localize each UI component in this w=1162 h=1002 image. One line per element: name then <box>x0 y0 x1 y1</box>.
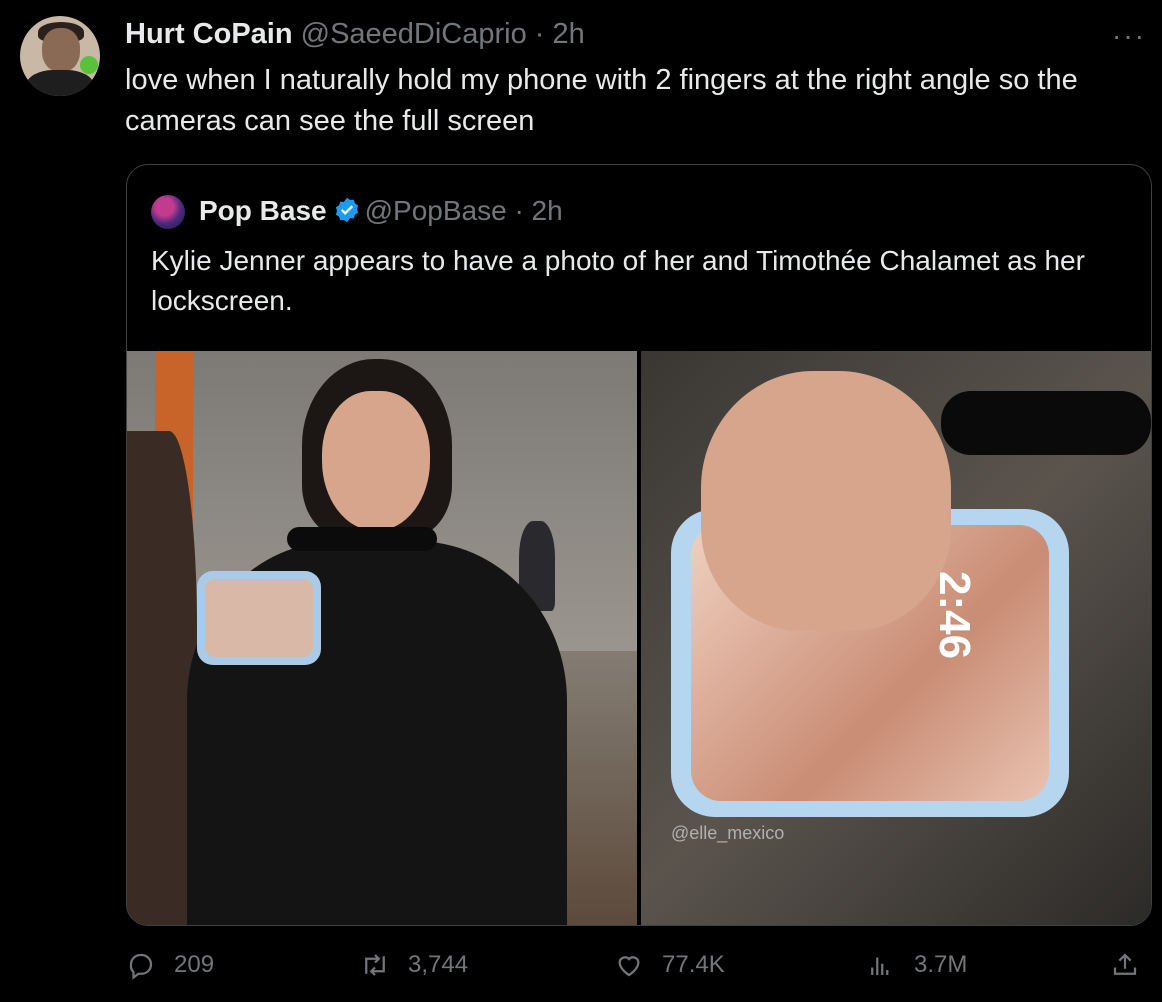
quoted-tweet[interactable]: Pop Base @PopBase · 2h Kylie Jenner appea… <box>126 164 1152 926</box>
lockscreen-time: 2:46 <box>930 571 979 660</box>
author-name[interactable]: Hurt CoPain <box>125 18 293 50</box>
sunglasses <box>287 527 437 551</box>
tweet-header: Hurt CoPain @SaeedDiCaprio · 2h <box>125 18 585 51</box>
photo-left[interactable] <box>127 351 637 925</box>
views-count: 3.7M <box>914 951 968 978</box>
reply-button[interactable]: 209 <box>126 950 214 980</box>
phone <box>197 571 321 665</box>
share-icon <box>1113 953 1137 975</box>
quote-text: Kylie Jenner appears to have a photo of … <box>151 245 1085 316</box>
author-avatar[interactable] <box>20 16 100 96</box>
more-horizontal-icon[interactable]: ··· <box>1112 20 1146 52</box>
photo-right[interactable]: 2:46 @elle_mexico <box>641 351 1151 925</box>
views-icon <box>871 957 889 975</box>
quote-handle-time[interactable]: @PopBase · 2h <box>365 195 563 226</box>
retweet-icon <box>365 954 385 976</box>
reply-count: 209 <box>174 951 215 978</box>
sunglasses <box>941 391 1151 455</box>
image-watermark: @elle_mexico <box>671 823 785 843</box>
views-button[interactable]: 3.7M <box>866 950 967 980</box>
action-bar: 209 3,744 77.4K 3.7M <box>0 950 1162 994</box>
retweet-count: 3,744 <box>408 951 469 978</box>
quote-author-name[interactable]: Pop Base <box>199 195 327 226</box>
quote-avatar[interactable] <box>151 195 185 229</box>
heart-icon <box>618 956 640 977</box>
quote-media: 2:46 @elle_mexico <box>127 351 1151 925</box>
share-button[interactable] <box>1110 950 1140 987</box>
quote-header: Pop Base @PopBase · 2h <box>199 195 563 227</box>
verified-badge-icon <box>335 197 358 223</box>
like-count: 77.4K <box>662 951 725 978</box>
reply-icon <box>129 953 153 980</box>
tweet-text: love when I naturally hold my phone with… <box>125 64 1078 137</box>
retweet-button[interactable]: 3,744 <box>360 950 468 980</box>
author-handle-time[interactable]: @SaeedDiCaprio · 2h <box>301 18 585 50</box>
like-button[interactable]: 77.4K <box>614 950 725 980</box>
